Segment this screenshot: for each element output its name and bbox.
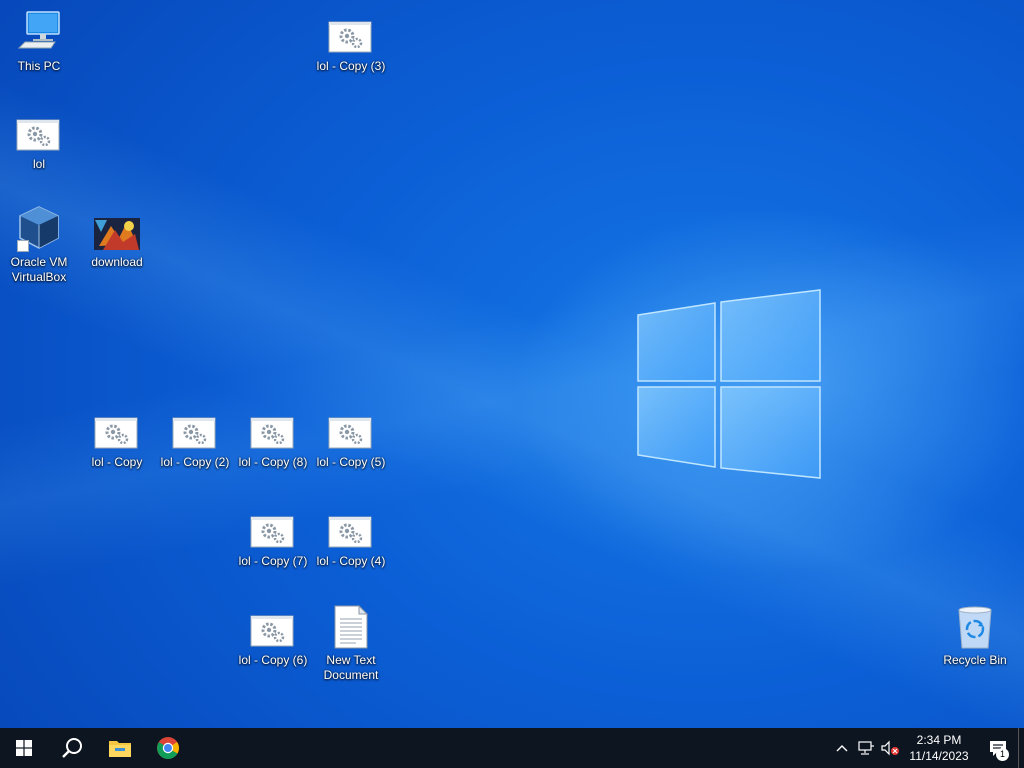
app-window-gears-icon	[327, 503, 375, 551]
light-beam	[0, 0, 1024, 728]
search-icon	[62, 738, 82, 758]
desktop-icon-label: lol - Copy (2)	[160, 455, 230, 469]
desktop-icon-label: This PC	[17, 59, 61, 73]
chrome-icon	[157, 737, 179, 759]
app-window-gears-icon	[327, 404, 375, 452]
desktop-icon-lol-copy-7[interactable]: lol - Copy (7)	[234, 503, 312, 569]
desktop-icon-download[interactable]: download	[78, 204, 156, 270]
app-window-gears-icon	[249, 404, 297, 452]
app-window-gears-icon	[327, 8, 375, 56]
recycle-bin-icon	[951, 602, 999, 650]
text-document-icon	[327, 602, 375, 650]
file-explorer-icon	[109, 741, 131, 757]
chrome-button[interactable]	[144, 728, 192, 768]
app-window-gears-icon	[93, 404, 141, 452]
network-button[interactable]	[854, 728, 878, 768]
desktop-icon-label: download	[91, 255, 143, 269]
desktop-icon-label: lol - Copy (7)	[238, 554, 308, 568]
desktop-icon-lol-copy-3[interactable]: lol - Copy (3)	[312, 8, 390, 74]
desktop-icon-label: New Text Document	[323, 653, 379, 682]
network-icon	[858, 741, 874, 755]
desktop-icon-new-text-document[interactable]: New Text Document	[312, 602, 390, 683]
start-button[interactable]	[0, 728, 48, 768]
desktop-icon-lol-copy[interactable]: lol - Copy	[78, 404, 156, 470]
desktop-icon-lol-copy-8[interactable]: lol - Copy (8)	[234, 404, 312, 470]
desktop-icon-label: Recycle Bin	[943, 653, 1007, 667]
app-window-gears-icon	[15, 106, 63, 154]
search-button[interactable]	[48, 728, 96, 768]
windows-logo-wallpaper	[637, 289, 821, 479]
chevron-up-icon	[836, 745, 848, 752]
image-thumbnail-icon	[93, 204, 141, 252]
app-window-gears-icon	[249, 602, 297, 650]
desktop-icon-lol-copy-4[interactable]: lol - Copy (4)	[312, 503, 390, 569]
desktop-icon-lol-copy-2[interactable]: lol - Copy (2)	[156, 404, 234, 470]
show-desktop-button[interactable]	[1018, 728, 1024, 768]
desktop-icon-label: lol - Copy (3)	[316, 59, 386, 73]
desktop-icon-label: lol - Copy (5)	[316, 455, 386, 469]
taskbar: 2:34 PM 11/14/2023 1	[0, 728, 1024, 768]
taskbar-clock[interactable]: 2:34 PM 11/14/2023	[906, 732, 972, 764]
show-hidden-icons-button[interactable]	[830, 728, 854, 768]
volume-button[interactable]	[878, 728, 902, 768]
desktop-icon-label: lol - Copy (8)	[238, 455, 308, 469]
desktop-icon-label: Oracle VM VirtualBox	[10, 255, 68, 284]
shortcut-arrow-icon	[17, 240, 29, 252]
app-window-gears-icon	[171, 404, 219, 452]
app-window-gears-icon	[249, 503, 297, 551]
file-explorer-button[interactable]	[96, 728, 144, 768]
desktop[interactable]: This PC lol Oracle VM VirtualBox downloa…	[0, 0, 1024, 728]
clock-date: 11/14/2023	[909, 749, 969, 763]
clock-time: 2:34 PM	[916, 733, 962, 747]
system-tray: 2:34 PM 11/14/2023 1	[830, 728, 1024, 768]
virtualbox-icon	[15, 204, 63, 252]
light-beam	[0, 0, 1024, 728]
desktop-icon-this-pc[interactable]: This PC	[0, 8, 78, 74]
desktop-icon-lol[interactable]: lol	[0, 106, 78, 172]
start-icon	[16, 740, 32, 756]
desktop-icon-label: lol - Copy (6)	[238, 653, 308, 667]
computer-icon	[15, 8, 63, 56]
desktop-icon-label: lol - Copy (4)	[316, 554, 386, 568]
notification-count-badge: 1	[996, 748, 1009, 761]
desktop-icon-recycle-bin[interactable]: Recycle Bin	[936, 602, 1014, 668]
action-center-button[interactable]: 1	[978, 728, 1018, 768]
desktop-icon-lol-copy-5[interactable]: lol - Copy (5)	[312, 404, 390, 470]
desktop-icon-label: lol	[32, 157, 45, 171]
desktop-icon-label: lol - Copy	[91, 455, 143, 469]
volume-muted-icon	[881, 740, 899, 756]
desktop-icon-virtualbox[interactable]: Oracle VM VirtualBox	[0, 204, 78, 285]
desktop-icon-lol-copy-6[interactable]: lol - Copy (6)	[234, 602, 312, 668]
